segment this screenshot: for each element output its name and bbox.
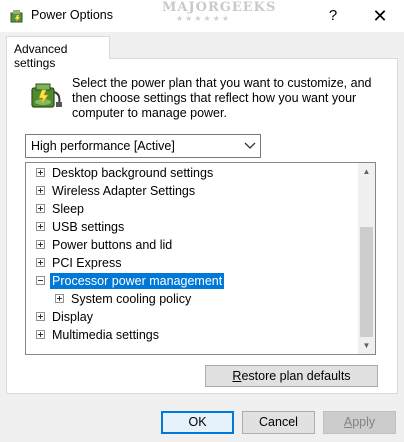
apply-label: pply bbox=[352, 415, 376, 429]
scroll-up-arrow-icon[interactable]: ▲ bbox=[358, 163, 375, 180]
restore-label: estore plan defaults bbox=[241, 369, 351, 383]
watermark-stars: ★★★★★★ bbox=[176, 14, 232, 23]
tree-item[interactable]: Sleep bbox=[26, 200, 360, 218]
expand-plus-icon[interactable] bbox=[36, 312, 45, 321]
restore-plan-defaults-button[interactable]: Restore plan defaults bbox=[205, 365, 378, 387]
scroll-thumb[interactable] bbox=[360, 227, 373, 337]
collapse-minus-icon[interactable] bbox=[36, 276, 45, 285]
help-button[interactable]: ? bbox=[320, 5, 346, 27]
expand-plus-icon[interactable] bbox=[36, 222, 45, 231]
apply-button[interactable]: Apply bbox=[323, 411, 396, 434]
ok-button[interactable]: OK bbox=[161, 411, 234, 434]
tree-item-label: Multimedia settings bbox=[52, 328, 159, 342]
close-button[interactable]: ✕ bbox=[366, 5, 394, 27]
tree-item-label: Sleep bbox=[52, 202, 84, 216]
tree-item[interactable]: PCI Express bbox=[26, 254, 360, 272]
tree-item-label: System cooling policy bbox=[71, 292, 192, 306]
expand-plus-icon[interactable] bbox=[36, 204, 45, 213]
tree-item-label: Processor power management bbox=[50, 273, 225, 289]
expand-plus-icon[interactable] bbox=[36, 240, 45, 249]
tree-item[interactable]: USB settings bbox=[26, 218, 360, 236]
watermark-text: MAJORGEEKS bbox=[162, 0, 277, 15]
tree-item[interactable]: Power buttons and lid bbox=[26, 236, 360, 254]
tree-item-label: Display bbox=[52, 310, 93, 324]
tree-scrollbar[interactable]: ▲ ▼ bbox=[358, 163, 375, 354]
tree-item[interactable]: Wireless Adapter Settings bbox=[26, 182, 360, 200]
power-plan-selected: High performance [Active] bbox=[31, 139, 175, 153]
tree-item-label: Power buttons and lid bbox=[52, 238, 173, 252]
expand-plus-icon[interactable] bbox=[55, 294, 64, 303]
tree-item-label: USB settings bbox=[52, 220, 125, 234]
tree-item[interactable]: Processor power management bbox=[26, 272, 360, 290]
apply-accesskey: A bbox=[343, 415, 353, 429]
expand-plus-icon[interactable] bbox=[36, 168, 45, 177]
battery-plan-icon bbox=[31, 83, 62, 108]
expand-plus-icon[interactable] bbox=[36, 258, 45, 267]
expand-plus-icon[interactable] bbox=[36, 330, 45, 339]
cancel-button[interactable]: Cancel bbox=[242, 411, 315, 434]
power-plan-dropdown[interactable]: High performance [Active] bbox=[25, 134, 261, 158]
tree-item-label: Desktop background settings bbox=[52, 166, 214, 180]
tree-item[interactable]: Desktop background settings bbox=[26, 164, 360, 182]
plan-description: Select the power plan that you want to c… bbox=[72, 76, 372, 120]
scroll-down-arrow-icon[interactable]: ▼ bbox=[358, 337, 375, 354]
chevron-down-icon bbox=[244, 142, 256, 149]
settings-tree[interactable]: Desktop background settings Wireless Adap… bbox=[25, 162, 376, 355]
tree-item-label: Wireless Adapter Settings bbox=[52, 184, 196, 198]
watermark-logo: MAJORGEEKS ★★★★★★ bbox=[138, 0, 288, 26]
tree-item[interactable]: Multimedia settings bbox=[26, 326, 360, 344]
expand-plus-icon[interactable] bbox=[36, 186, 45, 195]
window-title: Power Options bbox=[31, 8, 113, 22]
tree-item[interactable]: System cooling policy bbox=[26, 290, 360, 308]
tree-item[interactable]: Display bbox=[26, 308, 360, 326]
tree-item-label: PCI Express bbox=[52, 256, 122, 270]
title-bar: Power Options MAJORGEEKS ★★★★★★ ? ✕ bbox=[0, 0, 404, 32]
tab-advanced-settings[interactable]: Advanced settings bbox=[6, 36, 110, 70]
power-options-icon bbox=[10, 10, 23, 23]
